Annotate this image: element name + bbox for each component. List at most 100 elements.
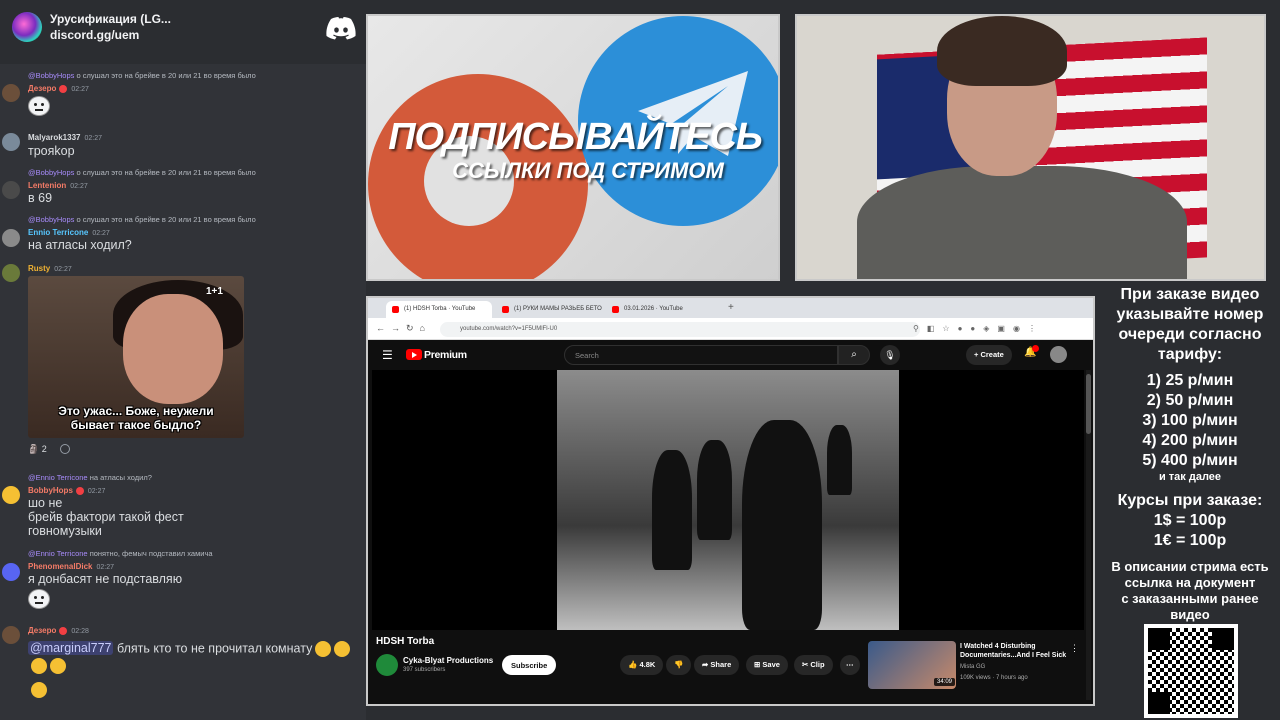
figure (652, 450, 692, 570)
tab-youtube-2[interactable]: (1) РУКИ МАМЫ РАЗЬЕБ БЕТОН (496, 301, 602, 318)
recommended-title[interactable]: I Watched 4 Disturbing Documentaries...A… (960, 642, 1072, 660)
figure (697, 440, 732, 540)
page-scrollbar[interactable] (1086, 370, 1091, 700)
video-duration: 34:09 (934, 678, 956, 686)
share-button[interactable]: ➦ Share (694, 655, 740, 675)
tab-youtube-video[interactable]: (1) HDSH Torba · YouTube (386, 301, 492, 318)
reply-preview: @Ennio Terricone на атласы ходил? (28, 473, 152, 482)
channel-subscribers: 397 subscribers (403, 667, 446, 673)
emoji-row (28, 658, 66, 674)
username[interactable]: Дезеро 02:28 (28, 626, 89, 635)
thumbs-down-icon: 👎 (674, 660, 684, 669)
avatar[interactable] (2, 229, 20, 247)
avatar[interactable] (2, 133, 20, 151)
server-name: Урусификация (LG... (50, 12, 171, 26)
reply-preview: @BobbyHops о слушал это на брейве в 20 и… (28, 71, 256, 80)
avatar[interactable] (2, 563, 20, 581)
recommended-channel[interactable]: Mista GG (960, 664, 985, 670)
tier-3: 3) 100 р/мин (1142, 412, 1238, 429)
rates-title: Курсы при заказе: (1117, 492, 1263, 509)
username[interactable]: PhenomenalDick 02:27 (28, 562, 114, 571)
reply-preview: @BobbyHops о слушал это на брейве в 20 и… (28, 168, 256, 177)
tier-1: 1) 25 р/мин (1146, 372, 1234, 389)
reaction-count[interactable]: 🗿 2 (28, 444, 47, 455)
more-actions-button[interactable]: ⋯ (840, 655, 860, 675)
avatar[interactable] (2, 626, 20, 644)
streamer-hair (937, 16, 1067, 86)
tier-2: 2) 50 р/мин (1146, 392, 1234, 409)
message-text: в 69 (28, 191, 53, 205)
qr-pattern (1148, 628, 1234, 714)
clip-button[interactable]: ✂ Clip (794, 655, 833, 675)
video-player[interactable] (372, 370, 1084, 630)
youtube-premium-label[interactable]: Premium (424, 349, 467, 361)
tab-bar: (1) HDSH Torba · YouTube (1) РУКИ МАМЫ Р… (368, 298, 1093, 318)
note-line: В описании стрима есть (1111, 559, 1269, 574)
video-title: HDSH Torba (376, 636, 435, 647)
emoji-icon (31, 658, 47, 674)
note-line: видео (1170, 607, 1210, 622)
search-icon[interactable]: ⌕ (838, 345, 870, 365)
subscribe-button[interactable]: Subscribe (502, 655, 557, 675)
meme-caption: Это ужас... Боже, неужели бывает такое б… (58, 404, 214, 432)
hamburger-menu-icon[interactable]: ☰ (382, 348, 393, 362)
avatar[interactable] (2, 486, 20, 504)
channel-avatar[interactable] (376, 654, 398, 676)
meme-channel-tag: 1+1 (206, 286, 223, 297)
pricing-line: указывайте номер (1116, 306, 1264, 323)
message-text: трояkор (28, 144, 75, 158)
note-line: ссылка на документ (1124, 575, 1256, 590)
pricing-line: При заказе видео (1120, 286, 1260, 303)
youtube-logo-icon[interactable] (406, 349, 422, 360)
promo-banner: ПОДПИСЫВАЙТЕСЬ ССЫЛКИ ПОД СТРИМОМ (366, 14, 780, 281)
user-mention[interactable]: @marginal777 (28, 641, 114, 656)
emoji-icon (315, 641, 332, 657)
meme-image[interactable]: 1+1 Это ужас... Боже, неужели бывает так… (28, 276, 244, 438)
notification-badge (1032, 345, 1039, 352)
server-invite-link[interactable]: discord.gg/uem (50, 28, 139, 42)
tab-youtube-3[interactable]: 03.01.2026 · YouTube (606, 301, 716, 318)
create-button[interactable]: + Create (966, 345, 1012, 365)
thumbs-up-icon: 👍 (628, 660, 638, 669)
avatar[interactable] (2, 264, 20, 282)
avatar[interactable] (2, 84, 20, 102)
like-button[interactable]: 👍 4.8K (620, 655, 664, 675)
qr-code[interactable] (1144, 624, 1238, 718)
recommended-meta: 109K views · 7 hours ago (960, 675, 1028, 681)
save-button[interactable]: ⊞ Save (746, 655, 788, 675)
dislike-button[interactable]: 👎 (666, 655, 692, 675)
sticker-emoji (28, 96, 50, 116)
pricing-line: очереди согласно (1118, 326, 1262, 343)
username[interactable]: Malyarok1337 02:27 (28, 133, 102, 142)
nav-buttons[interactable]: ←→↻⌂ (376, 323, 431, 334)
reply-preview: @BobbyHops о слушал это на брейве в 20 и… (28, 215, 256, 224)
account-avatar[interactable] (1050, 346, 1067, 363)
new-tab-icon[interactable]: + (728, 302, 734, 313)
emoji-icon (334, 641, 351, 657)
username[interactable]: Дезеро 02:27 (28, 84, 89, 93)
note-line: с заказанными ранее (1121, 591, 1259, 606)
username[interactable]: BobbyHops 02:27 (28, 486, 105, 495)
avatar[interactable] (2, 181, 20, 199)
channel-name[interactable]: Cyka-Blyat Productions (403, 656, 493, 665)
username[interactable]: Rusty 02:27 (28, 264, 72, 273)
streamer-body (857, 166, 1187, 279)
figure (742, 420, 822, 630)
browser-window: (1) HDSH Torba · YouTube (1) РУКИ МАМЫ Р… (366, 296, 1095, 706)
microphone-icon[interactable]: 🎙 (880, 345, 900, 365)
reaction-emoji-icon: 🗿 (28, 444, 40, 454)
scroll-thumb[interactable] (1086, 374, 1091, 434)
more-options-icon[interactable]: ⋮ (1070, 643, 1079, 654)
url-field[interactable]: youtube.com/watch?v=1F5UMlFl-U0 (440, 322, 920, 337)
search-input[interactable]: Search (564, 345, 838, 365)
username[interactable]: Lentenion 02:27 (28, 181, 88, 190)
youtube-header: ☰ Premium Search ⌕ 🎙 + Create 🔔 (368, 340, 1093, 370)
tier-5: 5) 400 р/мин (1142, 452, 1238, 469)
username[interactable]: Ennio Terricone 02:27 (28, 228, 110, 237)
meme-face (123, 294, 223, 404)
extension-icons[interactable]: ⚲◧☆●●◈▣◉⋮ (913, 324, 1044, 333)
message-text: говномузыки (28, 524, 102, 538)
add-reaction-icon[interactable] (60, 444, 70, 454)
message-text: @marginal777 блять кто то не прочитал ко… (28, 641, 351, 657)
message-text: на атласы ходил? (28, 238, 132, 252)
